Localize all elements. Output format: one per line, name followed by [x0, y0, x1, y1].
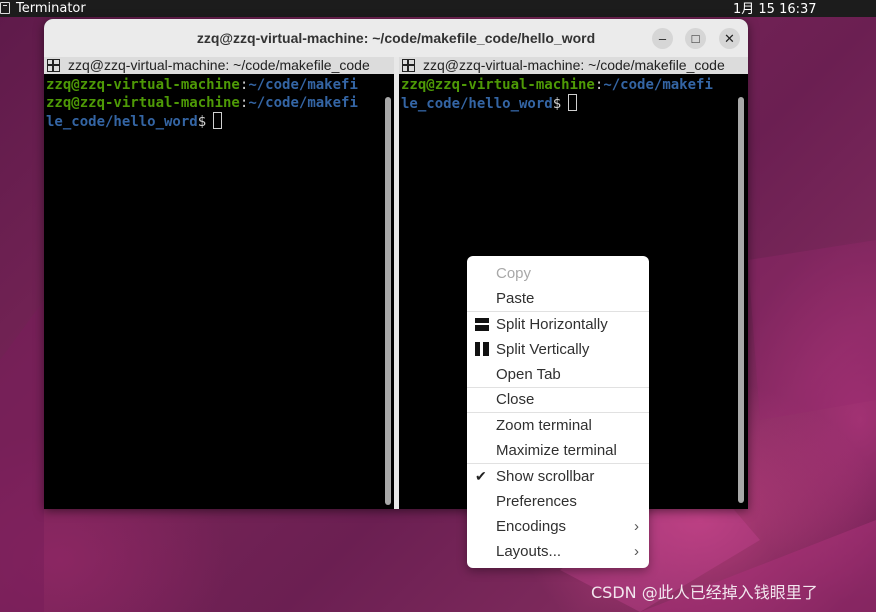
- prompt-path: ~/code/makefi: [248, 95, 358, 111]
- menu-item-encodings[interactable]: Encodings ›: [467, 514, 649, 539]
- scrollbar-right[interactable]: [738, 97, 744, 503]
- menu-item-layouts[interactable]: Layouts... ›: [467, 539, 649, 564]
- terminal-app-icon: [0, 2, 10, 14]
- menu-item-maximize-terminal[interactable]: Maximize terminal: [467, 438, 649, 463]
- pane-header-right[interactable]: zzq@zzq-virtual-machine: ~/code/makefile…: [399, 57, 748, 74]
- prompt-user: zzq@zzq-virtual-machine: [46, 77, 240, 93]
- menu-item-label: Maximize terminal: [496, 442, 617, 459]
- menu-item-paste[interactable]: Paste: [467, 286, 649, 311]
- checkmark-icon: ✔: [475, 468, 487, 484]
- prompt-path: le_code/hello_word: [401, 96, 553, 112]
- grid-icon[interactable]: [402, 59, 415, 72]
- pane-header-title: zzq@zzq-virtual-machine: ~/code/makefile…: [68, 57, 370, 73]
- window-title: zzq@zzq-virtual-machine: ~/code/makefile…: [196, 30, 596, 46]
- prompt-symbol: $: [552, 96, 562, 112]
- menu-item-label: Paste: [496, 290, 535, 307]
- grid-icon[interactable]: [47, 59, 60, 72]
- close-button[interactable]: ✕: [719, 28, 740, 49]
- maximize-button[interactable]: □: [685, 28, 706, 49]
- menu-item-copy[interactable]: Copy: [467, 261, 649, 286]
- menu-item-split-vertically[interactable]: Split Vertically: [467, 337, 649, 362]
- menu-item-label: Encodings: [496, 518, 567, 535]
- text-cursor: [213, 112, 223, 129]
- context-menu: Copy Paste Split Horizontally Split Vert…: [467, 256, 649, 568]
- menu-item-preferences[interactable]: Preferences: [467, 489, 649, 514]
- menu-item-label: Show scrollbar: [496, 468, 595, 485]
- menu-item-label: Zoom terminal: [496, 417, 592, 434]
- menu-item-open-tab[interactable]: Open Tab: [467, 362, 649, 387]
- text-cursor: [568, 94, 578, 111]
- prompt-path: ~/code/makefi: [603, 77, 713, 93]
- pane-header-title: zzq@zzq-virtual-machine: ~/code/makefile…: [423, 57, 725, 73]
- split-horizontal-icon: [475, 318, 489, 331]
- watermark: CSDN @此人已经掉入钱眼里了: [591, 583, 818, 602]
- chevron-right-icon: ›: [634, 543, 639, 560]
- scrollbar-left[interactable]: [385, 97, 391, 505]
- app-name[interactable]: Terminator: [16, 0, 86, 17]
- clock[interactable]: 1月 15 16:37: [733, 1, 817, 18]
- pane-header-left[interactable]: zzq@zzq-virtual-machine: ~/code/makefile…: [44, 57, 394, 74]
- prompt-path: ~/code/makefi: [248, 77, 358, 93]
- terminal-pane-left[interactable]: zzq@zzq-virtual-machine: ~/code/makefile…: [44, 57, 394, 509]
- menu-item-label: Split Vertically: [496, 341, 590, 358]
- minimize-button[interactable]: –: [652, 28, 673, 49]
- chevron-right-icon: ›: [634, 518, 639, 535]
- title-bar[interactable]: zzq@zzq-virtual-machine: ~/code/makefile…: [44, 19, 748, 57]
- prompt-path: le_code/hello_word: [46, 114, 198, 130]
- terminal-output-right[interactable]: zzq@zzq-virtual-machine:~/code/makefi le…: [401, 76, 734, 113]
- menu-item-label: Split Horizontally: [496, 316, 608, 333]
- split-vertical-icon: [475, 342, 489, 356]
- menu-item-label: Copy: [496, 265, 532, 282]
- menu-item-close[interactable]: Close: [467, 387, 649, 412]
- prompt-user: zzq@zzq-virtual-machine: [401, 77, 595, 93]
- menu-item-label: Close: [496, 391, 535, 408]
- menu-item-show-scrollbar[interactable]: ✔ Show scrollbar: [467, 464, 649, 489]
- menu-item-label: Preferences: [496, 493, 577, 510]
- menu-item-zoom-terminal[interactable]: Zoom terminal: [467, 413, 649, 438]
- prompt-symbol: $: [197, 114, 207, 130]
- top-bar: Terminator 1月 15 16:37: [0, 0, 876, 17]
- menu-item-split-horizontally[interactable]: Split Horizontally: [467, 312, 649, 337]
- prompt-user: zzq@zzq-virtual-machine: [46, 95, 240, 111]
- menu-item-label: Layouts...: [496, 543, 562, 560]
- terminal-output-left[interactable]: zzq@zzq-virtual-machine:~/code/makefi zz…: [46, 76, 380, 131]
- menu-item-label: Open Tab: [496, 366, 561, 383]
